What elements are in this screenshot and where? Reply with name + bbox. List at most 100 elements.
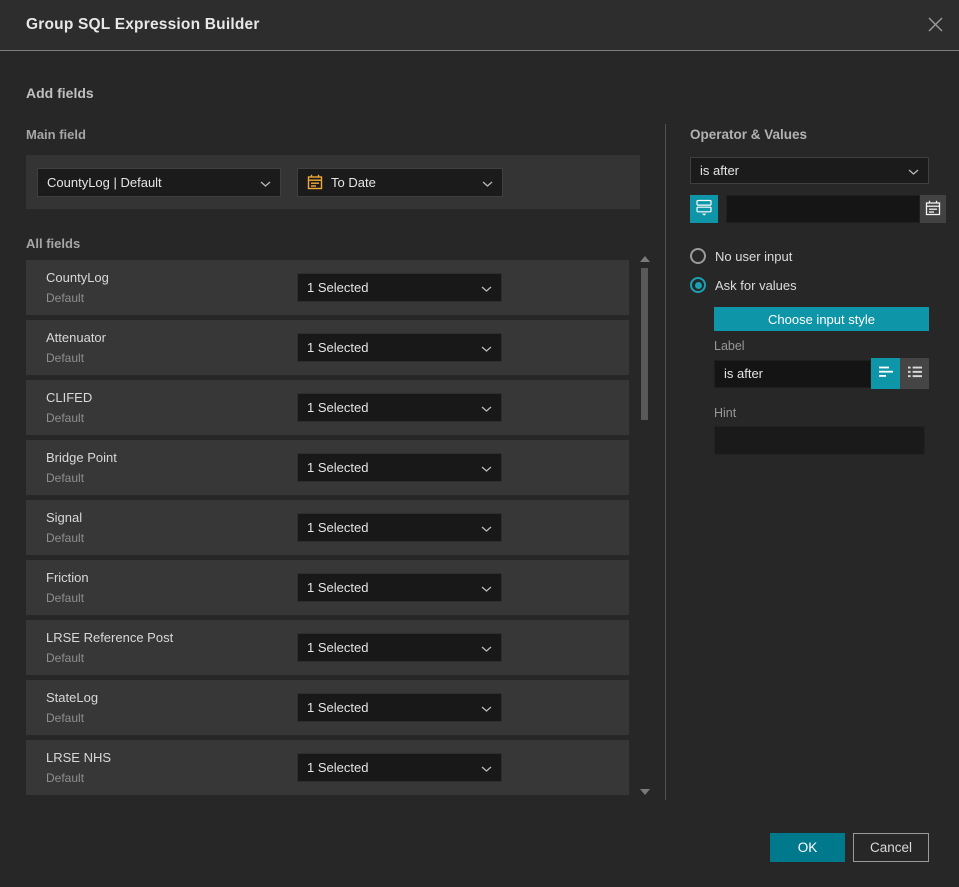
field-values-dropdown[interactable]: 1 Selected: [297, 573, 502, 602]
field-name: Friction: [46, 570, 89, 585]
input-style-list-button[interactable]: [900, 358, 929, 389]
add-fields-heading: Add fields: [26, 85, 94, 101]
field-row-friction: Friction Default 1 Selected: [26, 560, 629, 615]
hint-field-label: Hint: [714, 406, 737, 420]
field-subtitle: Default: [46, 591, 85, 605]
radio-label: No user input: [715, 248, 793, 264]
value-input[interactable]: [726, 195, 920, 223]
field-subtitle: Default: [46, 471, 85, 485]
bulleted-list-icon: [907, 365, 923, 382]
field-values-dropdown[interactable]: 1 Selected: [297, 393, 502, 422]
chevron-down-icon: [481, 520, 492, 535]
field-subtitle: Default: [46, 711, 85, 725]
field-subtitle: Default: [46, 651, 85, 665]
ok-button[interactable]: OK: [770, 833, 845, 862]
dropdown-value: 1 Selected: [307, 700, 369, 715]
panel-divider: [665, 124, 666, 800]
hint-input[interactable]: [714, 426, 925, 455]
label-row: [714, 358, 929, 389]
field-subtitle: Default: [46, 291, 85, 305]
calendar-icon: [307, 174, 323, 190]
dropdown-value: 1 Selected: [307, 640, 369, 655]
dropdown-value: 1 Selected: [307, 280, 369, 295]
main-field-select[interactable]: CountyLog | Default: [37, 167, 281, 197]
date-mode-select-value: To Date: [331, 174, 376, 190]
label-input[interactable]: [714, 359, 871, 388]
chevron-down-icon: [481, 280, 492, 295]
all-fields-list: CountyLog Default 1 Selected Attenuator …: [26, 260, 629, 795]
radio-label: Ask for values: [715, 277, 797, 293]
align-left-icon: [878, 365, 894, 382]
field-name: StateLog: [46, 690, 99, 705]
radio-ask-for-values[interactable]: Ask for values: [690, 277, 929, 293]
field-values-dropdown[interactable]: 1 Selected: [297, 273, 502, 302]
close-button[interactable]: [926, 16, 944, 38]
field-row-countylog: CountyLog Default 1 Selected: [26, 260, 629, 315]
dropdown-value: 1 Selected: [307, 340, 369, 355]
main-field-panel: CountyLog | Default To Date: [26, 155, 640, 209]
operator-select[interactable]: is after: [690, 157, 929, 184]
scrollbar-down-arrow[interactable]: [640, 789, 650, 795]
operator-values-heading: Operator & Values: [690, 127, 808, 142]
scrollbar-thumb[interactable]: [641, 268, 648, 420]
operator-values-panel: Operator & Values is after No user input…: [690, 127, 946, 455]
scrollbar-up-arrow[interactable]: [640, 256, 650, 262]
radio-icon: [690, 248, 706, 264]
field-subtitle: Default: [46, 351, 85, 365]
field-name: CountyLog: [46, 270, 109, 285]
field-name: LRSE Reference Post: [46, 630, 174, 645]
field-row-bridge-point: Bridge Point Default 1 Selected: [26, 440, 629, 495]
field-name: CLIFED: [46, 390, 93, 405]
value-row: [690, 195, 946, 223]
chevron-down-icon: [481, 700, 492, 715]
calendar-icon: [925, 200, 941, 219]
field-values-dropdown[interactable]: 1 Selected: [297, 693, 502, 722]
field-values-dropdown[interactable]: 1 Selected: [297, 633, 502, 662]
chevron-down-icon: [481, 760, 492, 775]
field-row-signal: Signal Default 1 Selected: [26, 500, 629, 555]
chevron-down-icon: [481, 400, 492, 415]
field-values-dropdown[interactable]: 1 Selected: [297, 453, 502, 482]
date-picker-button[interactable]: [920, 195, 946, 223]
all-fields-label: All fields: [26, 236, 81, 251]
field-row-lrse-reference-post: LRSE Reference Post Default 1 Selected: [26, 620, 629, 675]
chevron-down-icon: [481, 460, 492, 475]
dropdown-value: 1 Selected: [307, 460, 369, 475]
field-row-lrse-nhs: LRSE NHS Default 1 Selected: [26, 740, 629, 795]
close-icon: [927, 16, 944, 38]
field-name: Signal: [46, 510, 83, 525]
radio-no-user-input[interactable]: No user input: [690, 248, 929, 264]
chevron-down-icon: [481, 640, 492, 655]
chevron-down-icon: [481, 340, 492, 355]
field-subtitle: Default: [46, 411, 85, 425]
field-name: LRSE NHS: [46, 750, 112, 765]
dropdown-value: 1 Selected: [307, 520, 369, 535]
main-field-select-value: CountyLog | Default: [47, 174, 162, 190]
field-values-dropdown[interactable]: 1 Selected: [297, 753, 502, 782]
input-style-text-button[interactable]: [871, 358, 900, 389]
dropdown-value: 1 Selected: [307, 400, 369, 415]
field-subtitle: Default: [46, 771, 85, 785]
dialog-title: Group SQL Expression Builder: [26, 16, 260, 33]
unique-values-button[interactable]: [690, 195, 718, 223]
date-mode-select[interactable]: To Date: [297, 167, 503, 197]
field-row-statelog: StateLog Default 1 Selected: [26, 680, 629, 735]
fields-column: Main field CountyLog | Default To Date A…: [26, 127, 640, 800]
chevron-down-icon: [908, 163, 919, 178]
chevron-down-icon: [481, 580, 492, 595]
field-values-dropdown[interactable]: 1 Selected: [297, 333, 502, 362]
chevron-down-icon: [482, 175, 493, 190]
values-list-icon: [696, 199, 712, 219]
choose-input-style-button[interactable]: Choose input style: [714, 307, 929, 331]
cancel-button[interactable]: Cancel: [853, 833, 929, 862]
field-row-attenuator: Attenuator Default 1 Selected: [26, 320, 629, 375]
radio-checked-icon: [690, 277, 706, 293]
chevron-down-icon: [260, 175, 271, 190]
field-subtitle: Default: [46, 531, 85, 545]
field-name: Attenuator: [46, 330, 106, 345]
dropdown-value: 1 Selected: [307, 580, 369, 595]
dialog-titlebar: Group SQL Expression Builder: [0, 0, 959, 51]
field-row-clifed: CLIFED Default 1 Selected: [26, 380, 629, 435]
field-values-dropdown[interactable]: 1 Selected: [297, 513, 502, 542]
dropdown-value: 1 Selected: [307, 760, 369, 775]
